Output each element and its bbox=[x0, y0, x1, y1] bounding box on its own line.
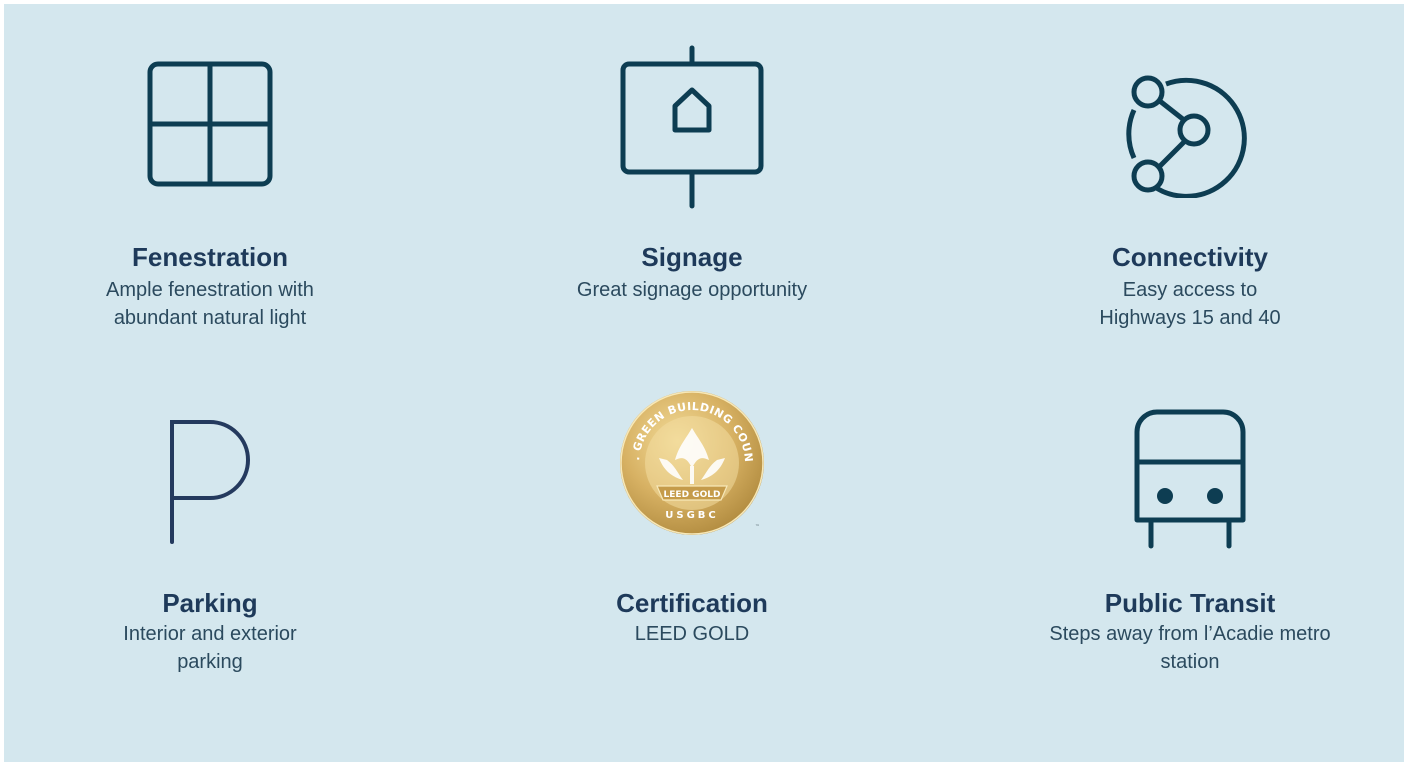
description-line: Ample fenestration with bbox=[106, 279, 314, 301]
feature-title: Fenestration bbox=[131, 242, 289, 272]
leed-gold-seal-icon: U.S. GREEN BUILDING COUNCIL LEED GOLD US… bbox=[617, 388, 767, 538]
feature-connectivity: Connectivity Easy access to Highways 15 … bbox=[1000, 4, 1380, 384]
window-grid-icon bbox=[146, 60, 274, 188]
feature-certification: U.S. GREEN BUILDING COUNCIL LEED GOLD US… bbox=[502, 384, 882, 762]
feature-parking: Parking Interior and exterior parking bbox=[20, 384, 400, 762]
feature-description: Interior and exterior parking bbox=[20, 620, 400, 676]
amenities-panel: Fenestration Ample fenestration with abu… bbox=[4, 4, 1404, 762]
feature-title: Parking bbox=[162, 588, 258, 618]
description-line: Great signage opportunity bbox=[576, 279, 808, 301]
feature-public-transit: Public Transit Steps away from l’Acadie … bbox=[1000, 384, 1380, 762]
seal-banner-text: LEED GOLD bbox=[664, 490, 721, 500]
description-line: station bbox=[1160, 651, 1220, 673]
description-line: abundant natural light bbox=[113, 307, 307, 329]
feature-title: Connectivity bbox=[1111, 242, 1269, 272]
feature-description: Great signage opportunity bbox=[502, 276, 882, 304]
bus-front-icon bbox=[1133, 408, 1247, 550]
description-line: parking bbox=[177, 651, 243, 673]
description-line: Steps away from l’Acadie metro bbox=[1049, 623, 1331, 645]
feature-title: Signage bbox=[641, 242, 743, 272]
signboard-icon bbox=[619, 44, 765, 210]
feature-description: Ample fenestration with abundant natural… bbox=[20, 276, 400, 332]
feature-description: Easy access to Highways 15 and 40 bbox=[1000, 276, 1380, 332]
feature-fenestration: Fenestration Ample fenestration with abu… bbox=[20, 4, 400, 384]
feature-signage: Signage Great signage opportunity bbox=[502, 4, 882, 384]
description-line: Highways 15 and 40 bbox=[1099, 307, 1281, 329]
feature-description: Steps away from l’Acadie metro station bbox=[1000, 620, 1380, 676]
description-line: LEED GOLD bbox=[634, 623, 750, 645]
parking-p-icon bbox=[162, 418, 258, 546]
description-line: Interior and exterior bbox=[123, 623, 297, 645]
seal-trademark: ™ bbox=[755, 524, 760, 530]
feature-title: Public Transit bbox=[1104, 588, 1276, 618]
seal-bottom-text: USGBC bbox=[665, 510, 719, 521]
description-line: Easy access to bbox=[1122, 279, 1258, 301]
feature-description: LEED GOLD bbox=[502, 620, 882, 648]
network-connectivity-icon bbox=[1126, 70, 1254, 198]
feature-title: Certification bbox=[616, 588, 768, 618]
